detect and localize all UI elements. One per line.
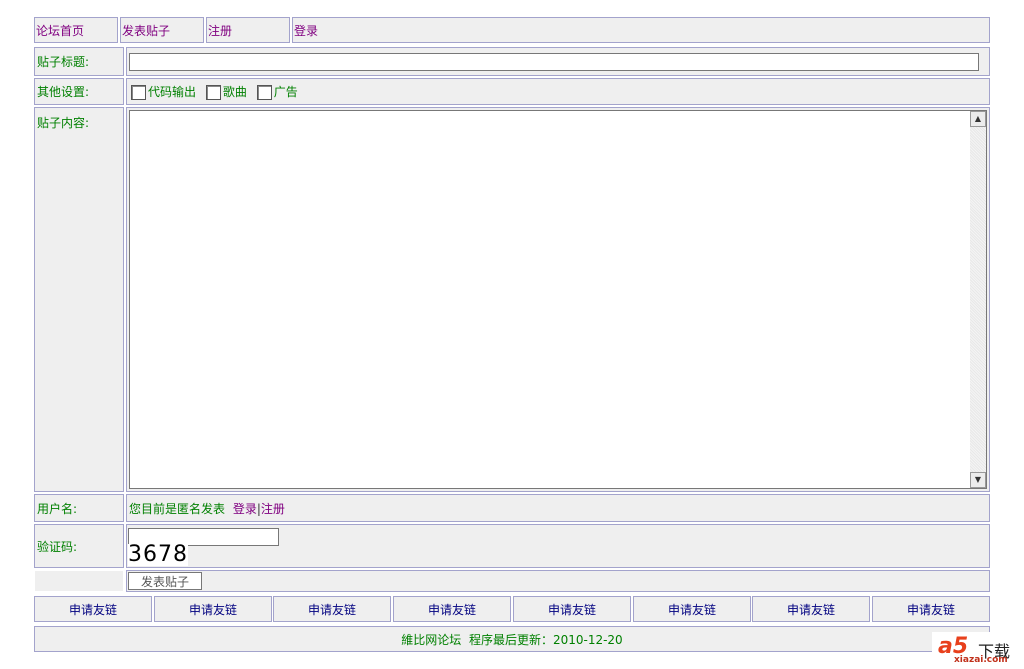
option-ad[interactable]: 广告 bbox=[256, 85, 298, 100]
submit-cell: 发表贴子 bbox=[126, 570, 990, 592]
login-link[interactable]: 登录 bbox=[233, 502, 257, 516]
captcha-cell: 3678 bbox=[126, 524, 990, 568]
friend-link[interactable]: 申请友链 bbox=[752, 596, 870, 622]
friend-link[interactable]: 申请友链 bbox=[393, 596, 511, 622]
friend-link[interactable]: 申请友链 bbox=[34, 596, 152, 622]
friend-link[interactable]: 申请友链 bbox=[872, 596, 990, 622]
scroll-down-icon[interactable]: ▼ bbox=[970, 472, 986, 488]
title-label: 贴子标题: bbox=[34, 47, 124, 76]
content-textarea[interactable] bbox=[129, 110, 987, 489]
option-label: 代码输出 bbox=[148, 85, 197, 99]
option-song[interactable]: 歌曲 bbox=[205, 85, 247, 100]
content-label: 贴子内容: bbox=[34, 107, 124, 492]
friend-link[interactable]: 申请友链 bbox=[513, 596, 631, 622]
footer: 維比网论坛 程序最后更新：2010-12-20 bbox=[34, 626, 990, 652]
captcha-image: 3678 bbox=[128, 542, 188, 567]
nav-register[interactable]: 注册 bbox=[206, 17, 290, 43]
content-cell: ▲ ▼ bbox=[126, 107, 990, 492]
nav-new-post[interactable]: 发表贴子 bbox=[120, 17, 204, 43]
anon-text: 您目前是匿名发表 bbox=[129, 502, 226, 516]
settings-cell: 代码输出 歌曲 广告 bbox=[126, 78, 990, 105]
footer-updated: 程序最后更新：2010-12-20 bbox=[468, 632, 623, 647]
user-cell: 您目前是匿名发表 登录|注册 bbox=[126, 494, 990, 522]
submit-spacer bbox=[34, 570, 124, 592]
user-label: 用户名: bbox=[34, 494, 124, 522]
register-link[interactable]: 注册 bbox=[261, 502, 285, 516]
checkbox[interactable] bbox=[131, 85, 146, 100]
title-cell bbox=[126, 47, 990, 76]
option-code[interactable]: 代码输出 bbox=[131, 85, 197, 100]
captcha-label: 验证码: bbox=[34, 524, 124, 568]
option-label: 歌曲 bbox=[222, 85, 247, 99]
checkbox[interactable] bbox=[256, 85, 272, 100]
scroll-up-icon[interactable]: ▲ bbox=[970, 111, 986, 127]
nav-login[interactable]: 登录 bbox=[292, 17, 990, 43]
title-input[interactable] bbox=[129, 53, 979, 71]
scrollbar[interactable]: ▲ ▼ bbox=[970, 111, 986, 488]
friend-link[interactable]: 申请友链 bbox=[633, 596, 751, 622]
footer-site: 維比网论坛 bbox=[401, 632, 462, 647]
option-label: 广告 bbox=[273, 85, 298, 99]
friend-link[interactable]: 申请友链 bbox=[273, 596, 391, 622]
checkbox[interactable] bbox=[205, 85, 221, 100]
watermark-logo: a5 下载 xiazai.com bbox=[932, 632, 1024, 669]
friend-link[interactable]: 申请友链 bbox=[154, 596, 272, 622]
submit-button[interactable]: 发表贴子 bbox=[128, 572, 203, 590]
settings-label: 其他设置: bbox=[34, 78, 124, 105]
nav-home[interactable]: 论坛首页 bbox=[34, 17, 118, 43]
